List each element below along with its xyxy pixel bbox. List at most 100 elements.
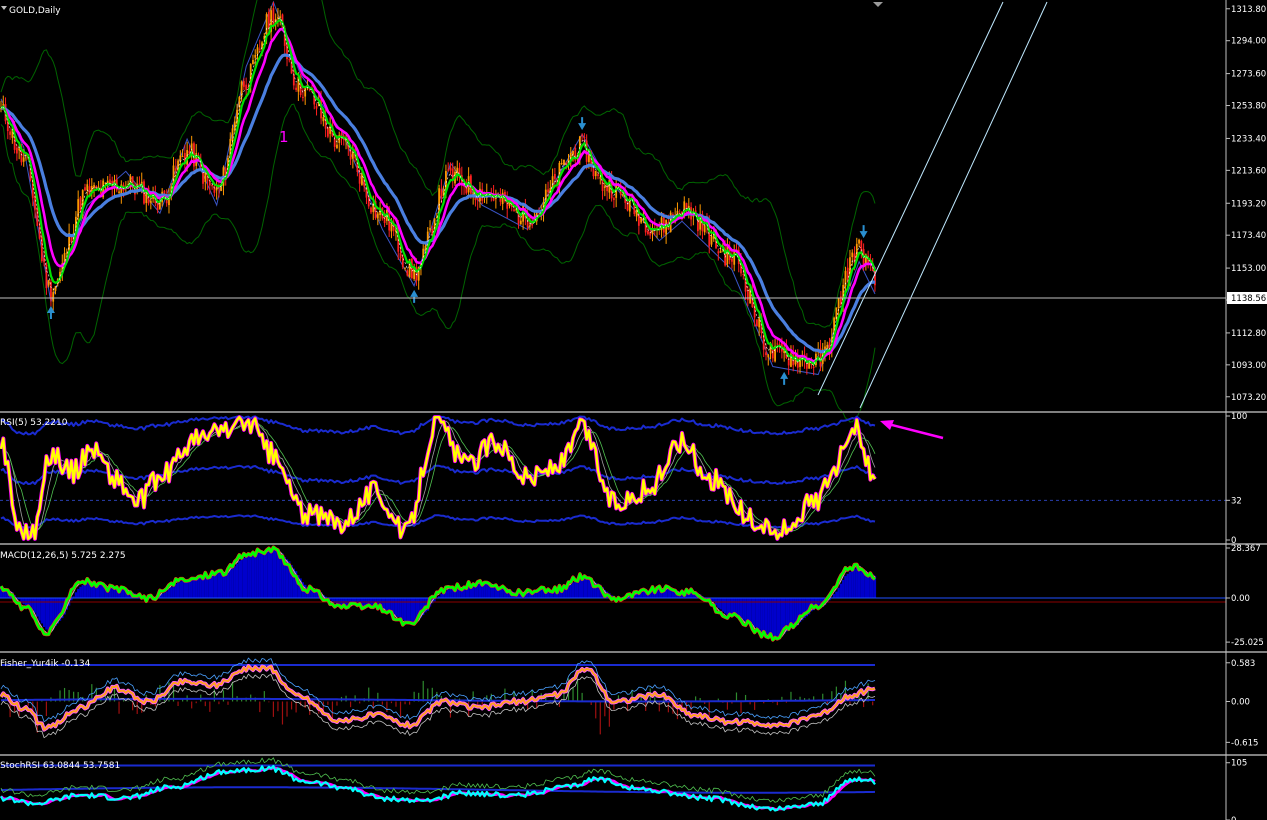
axis-tick-label: 32 bbox=[1231, 496, 1242, 506]
candle-body bbox=[440, 188, 443, 199]
candle-body bbox=[647, 230, 649, 235]
rsi-pane[interactable] bbox=[0, 415, 1226, 541]
fisher-title: Fisher_Yur4ik -0.134 bbox=[0, 659, 91, 669]
axis-tick-label: 100 bbox=[1231, 412, 1247, 422]
stochrsi-pane[interactable] bbox=[0, 757, 876, 812]
candle-body bbox=[826, 344, 829, 349]
candle-body bbox=[703, 225, 706, 233]
trading-chart[interactable]: GOLD,Daily 1 RSI(5) 53.2210 MACD(12,26,5… bbox=[0, 0, 1267, 820]
axis-tick-label: 1213.60 bbox=[1231, 166, 1266, 176]
axis-tick-label: 1193.20 bbox=[1231, 199, 1266, 209]
fisher-pane[interactable] bbox=[0, 657, 876, 739]
candle-body bbox=[767, 354, 770, 358]
candle-body bbox=[858, 239, 860, 244]
candle-body bbox=[336, 144, 338, 148]
candle-body bbox=[583, 137, 586, 139]
rsi-mid-band bbox=[0, 464, 876, 485]
axis-tick-label: 1273.60 bbox=[1231, 70, 1266, 80]
candle-body bbox=[43, 257, 46, 262]
channel-line-lower[interactable] bbox=[859, 1, 1048, 409]
candle-body bbox=[252, 60, 254, 65]
ma-slow-line bbox=[0, 53, 876, 354]
current-price-label: 1138.56 bbox=[1231, 294, 1266, 304]
candle-body bbox=[731, 258, 733, 262]
down-arrow-icon bbox=[859, 225, 868, 239]
candle-body bbox=[776, 343, 779, 345]
candle-body bbox=[513, 209, 515, 211]
candle-body bbox=[758, 318, 761, 328]
candle-body bbox=[719, 250, 722, 253]
candle-body bbox=[52, 292, 55, 302]
candle-body bbox=[208, 180, 211, 186]
candle-body bbox=[613, 198, 615, 200]
candle-body bbox=[211, 185, 214, 187]
axis-tick-label: 1112.80 bbox=[1231, 329, 1266, 339]
candle-body bbox=[599, 177, 602, 179]
stochrsi-title: StochRSI 63.0844 53.7581 bbox=[0, 761, 120, 771]
price-pane[interactable]: GOLD,Daily 1 bbox=[0, 0, 1226, 423]
channel-line-upper[interactable] bbox=[817, 1, 1004, 396]
fisher-main-line bbox=[0, 665, 876, 731]
candle-body bbox=[315, 106, 318, 109]
candle-body bbox=[710, 236, 713, 245]
candle-body bbox=[837, 298, 840, 309]
candle-body bbox=[726, 245, 729, 264]
axis-tick-label: 1294.00 bbox=[1231, 37, 1266, 47]
candle-body bbox=[640, 217, 643, 223]
candle-body bbox=[326, 127, 329, 137]
candle-body bbox=[358, 174, 361, 184]
price-axis[interactable]: 1313.80 1294.00 1273.60 1253.80 1233.40 1213.… bbox=[1225, 0, 1266, 820]
candle-body bbox=[181, 156, 184, 158]
candle-body bbox=[560, 163, 563, 165]
annotation-arrow[interactable] bbox=[880, 420, 944, 440]
axis-tick-label: -25.025 bbox=[1231, 638, 1264, 648]
candle-body bbox=[242, 81, 245, 87]
candle-body bbox=[258, 48, 261, 50]
candle-body bbox=[812, 366, 815, 368]
candle-body bbox=[846, 267, 849, 280]
scroll-marker-icon[interactable] bbox=[873, 2, 883, 7]
macd-pane[interactable] bbox=[0, 545, 1226, 642]
candle-body bbox=[254, 54, 257, 58]
candle-body bbox=[399, 252, 402, 258]
candle-body bbox=[447, 169, 450, 171]
fractal-arrows bbox=[46, 117, 868, 385]
candle-body bbox=[547, 189, 549, 193]
candle-body bbox=[2, 103, 5, 106]
candle-body bbox=[376, 213, 379, 219]
candle-body bbox=[279, 16, 282, 18]
axis-tick-label: 1313.80 bbox=[1231, 5, 1266, 15]
down-arrow-icon bbox=[578, 117, 587, 131]
candle-body bbox=[288, 59, 291, 61]
candle-body bbox=[529, 225, 531, 227]
ma-mid-line bbox=[0, 27, 877, 363]
axis-tick-label: 0.583 bbox=[1231, 659, 1255, 669]
macd-main-line bbox=[0, 545, 876, 642]
candle-body bbox=[143, 181, 145, 204]
candle-body bbox=[553, 173, 556, 179]
axis-tick-label: 1173.40 bbox=[1231, 231, 1266, 241]
rsi-title: RSI(5) 53.2210 bbox=[0, 418, 68, 428]
title-triangle-icon bbox=[1, 6, 7, 10]
candle-body bbox=[231, 128, 234, 142]
candle-body bbox=[84, 187, 86, 191]
axis-tick-label: 105 bbox=[1231, 759, 1247, 769]
axis-tick-label: 28.367 bbox=[1231, 544, 1261, 554]
candle-body bbox=[626, 201, 629, 211]
candle-body bbox=[295, 87, 297, 90]
pane-separator bbox=[0, 651, 1267, 653]
candle-body bbox=[9, 131, 11, 135]
candle-body bbox=[245, 84, 248, 90]
axis-tick-label: 1093.00 bbox=[1231, 361, 1266, 371]
axis-tick-label: 1253.80 bbox=[1231, 102, 1266, 112]
macd-title: MACD(12,26,5) 5.725 2.275 bbox=[0, 551, 126, 561]
candle-body bbox=[34, 196, 36, 210]
candle-body bbox=[22, 157, 25, 162]
candle-body bbox=[429, 228, 431, 230]
candle-body bbox=[47, 280, 50, 286]
candle-body bbox=[370, 207, 372, 213]
zigzag-lines bbox=[0, 0, 876, 376]
candle-body bbox=[717, 251, 720, 254]
wave-label: 1 bbox=[279, 128, 289, 146]
fisher-envelope-upper bbox=[0, 657, 876, 723]
